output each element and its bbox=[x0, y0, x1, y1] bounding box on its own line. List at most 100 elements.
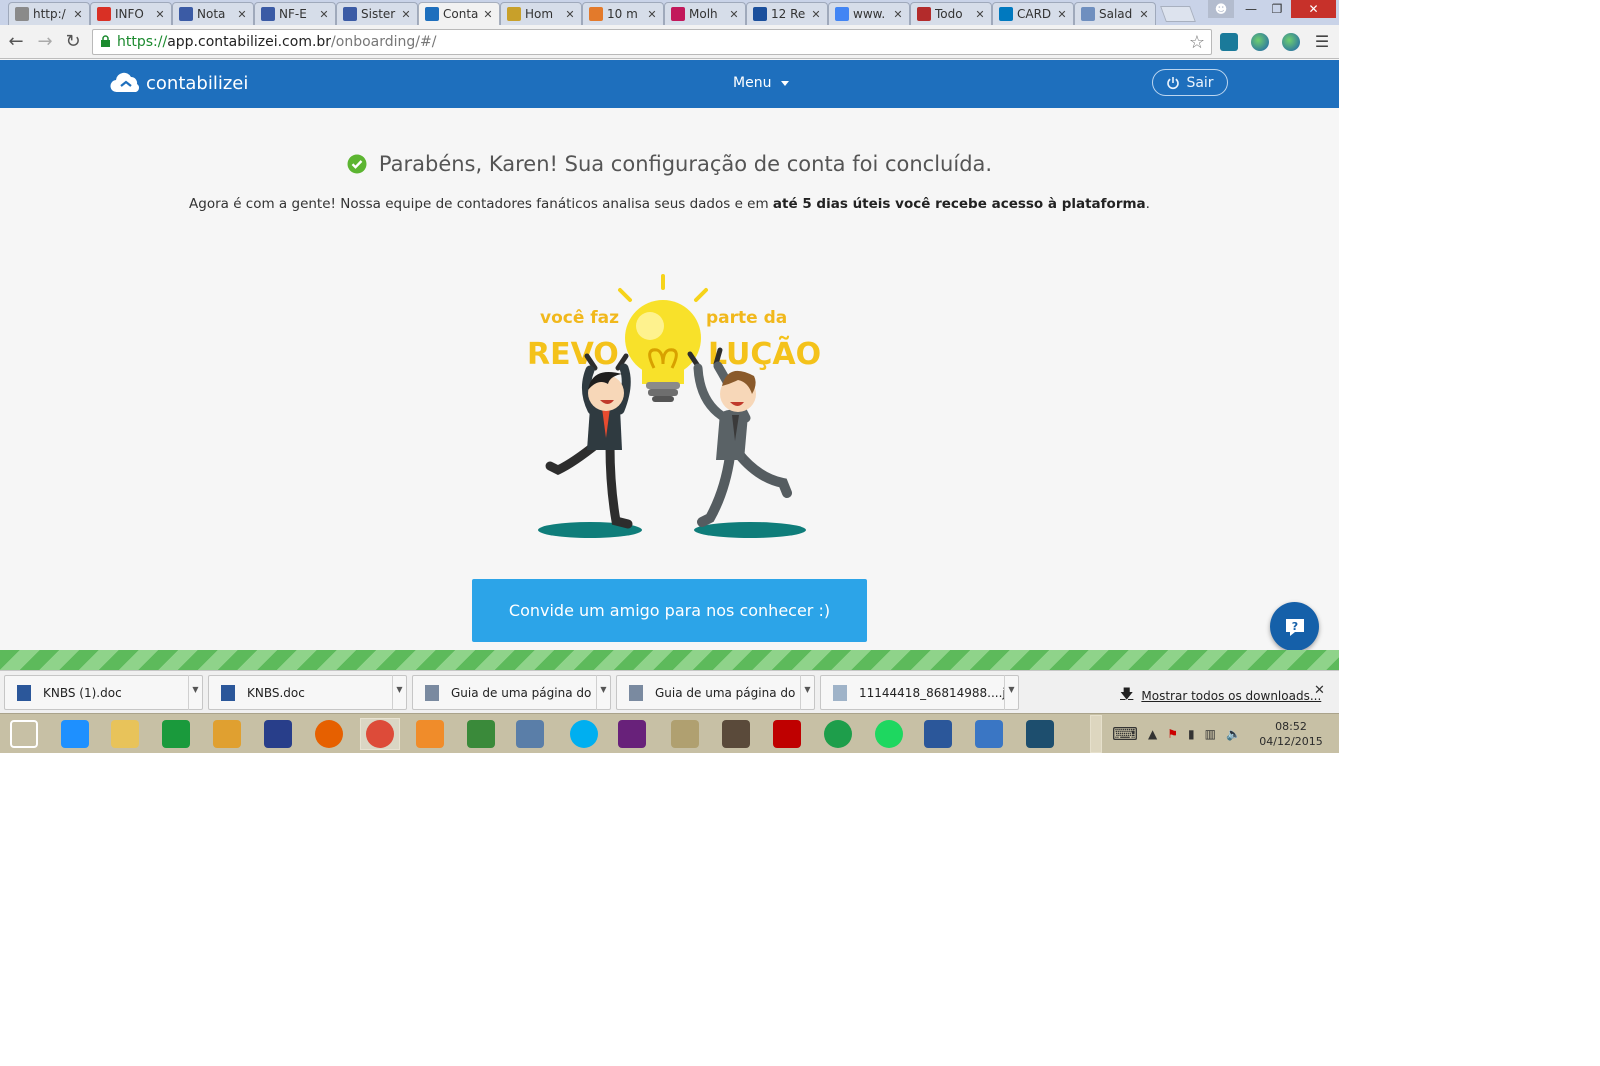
globe-extension-icon-2[interactable] bbox=[1282, 33, 1300, 51]
brand-logo[interactable]: contabilizei bbox=[110, 72, 248, 94]
taskbar-app[interactable] bbox=[612, 718, 652, 750]
taskbar-app[interactable] bbox=[258, 718, 298, 750]
close-tab-icon[interactable]: ✕ bbox=[317, 8, 331, 21]
scroll-arrows-icon[interactable] bbox=[1090, 715, 1102, 753]
bookmark-star-icon[interactable]: ☆ bbox=[1189, 31, 1205, 55]
power-icon bbox=[1167, 76, 1180, 89]
taskbar-app[interactable] bbox=[410, 718, 450, 750]
minimize-button[interactable]: — bbox=[1238, 0, 1264, 18]
reload-button[interactable]: ↻ bbox=[62, 31, 84, 53]
security-alert-icon[interactable]: ⚑ bbox=[1167, 727, 1178, 741]
close-tab-icon[interactable]: ✕ bbox=[891, 8, 905, 21]
taskbar-app[interactable] bbox=[969, 718, 1009, 750]
slogan-line2-right: LUÇÃO bbox=[708, 335, 821, 372]
volume-icon[interactable]: 🔈 bbox=[1226, 727, 1241, 741]
new-tab-button[interactable] bbox=[1160, 6, 1196, 22]
browser-tab[interactable]: 12 Re ✕ bbox=[746, 2, 828, 25]
close-tab-icon[interactable]: ✕ bbox=[1137, 8, 1151, 21]
globe-extension-icon[interactable] bbox=[1251, 33, 1269, 51]
profile-button[interactable]: ☻ bbox=[1208, 0, 1234, 18]
close-window-button[interactable]: ✕ bbox=[1291, 0, 1336, 18]
close-tab-icon[interactable]: ✕ bbox=[153, 8, 167, 21]
taskbar-app[interactable] bbox=[818, 718, 858, 750]
taskbar-app[interactable] bbox=[767, 718, 807, 750]
chrome-menu-icon[interactable]: ☰ bbox=[1313, 32, 1331, 51]
close-tab-icon[interactable]: ✕ bbox=[563, 8, 577, 21]
close-tab-icon[interactable]: ✕ bbox=[645, 8, 659, 21]
taskbar-app[interactable] bbox=[207, 718, 247, 750]
tab-title: Conta bbox=[443, 7, 479, 21]
browser-tab[interactable]: CARD ✕ bbox=[992, 2, 1074, 25]
taskbar-app[interactable] bbox=[55, 718, 95, 750]
help-chat-button[interactable]: ? bbox=[1270, 602, 1319, 651]
taskbar-app[interactable] bbox=[869, 718, 909, 750]
taskbar-app[interactable] bbox=[510, 718, 550, 750]
download-options-icon[interactable]: ▼ bbox=[392, 675, 406, 710]
back-button[interactable]: ← bbox=[5, 31, 27, 53]
nfe-icon bbox=[261, 7, 275, 21]
download-options-icon[interactable]: ▼ bbox=[596, 675, 610, 710]
invite-friend-button[interactable]: Convide um amigo para nos conhecer :) bbox=[472, 579, 867, 642]
system-clock[interactable]: 08:52 04/12/2015 bbox=[1258, 719, 1324, 749]
keyboard-icon[interactable]: ⌨ bbox=[1112, 724, 1138, 745]
download-item[interactable]: KNBS (1).doc ▼ bbox=[4, 675, 203, 710]
download-item[interactable]: Guia de uma página do ... ▼ bbox=[616, 675, 815, 710]
close-tab-icon[interactable]: ✕ bbox=[235, 8, 249, 21]
close-tab-icon[interactable]: ✕ bbox=[973, 8, 987, 21]
tray-expand-icon[interactable]: ▲ bbox=[1148, 727, 1157, 741]
browser-tab[interactable]: Todo ✕ bbox=[910, 2, 992, 25]
close-tab-icon[interactable]: ✕ bbox=[1055, 8, 1069, 21]
close-tab-icon[interactable]: ✕ bbox=[71, 8, 85, 21]
browser-tab[interactable]: Sister ✕ bbox=[336, 2, 418, 25]
taskbar-app[interactable] bbox=[360, 718, 400, 750]
close-tab-icon[interactable]: ✕ bbox=[727, 8, 741, 21]
browser-tab[interactable]: Salad ✕ bbox=[1074, 2, 1156, 25]
revolution-illustration: você faz parte da REVO LUÇÃO bbox=[527, 274, 821, 538]
browser-tab[interactable]: INFO ✕ bbox=[90, 2, 172, 25]
browser-tab[interactable]: Molh ✕ bbox=[664, 2, 746, 25]
browser-tab[interactable]: Nota ✕ bbox=[172, 2, 254, 25]
download-options-icon[interactable]: ▼ bbox=[1004, 675, 1018, 710]
taskbar-app[interactable] bbox=[156, 718, 196, 750]
close-shelf-icon[interactable]: ✕ bbox=[1314, 683, 1325, 698]
taskbar-app[interactable] bbox=[309, 718, 349, 750]
address-bar[interactable]: https://app.contabilizei.com.br/onboardi… bbox=[92, 29, 1212, 55]
download-options-icon[interactable]: ▼ bbox=[800, 675, 814, 710]
browser-tab[interactable]: http:/ ✕ bbox=[8, 2, 90, 25]
power-status-icon[interactable]: ▮ bbox=[1188, 727, 1195, 741]
taskbar-app[interactable] bbox=[564, 718, 604, 750]
show-all-downloads-link[interactable]: 🡇 Mostrar todos os downloads... bbox=[1120, 685, 1321, 707]
close-tab-icon[interactable]: ✕ bbox=[809, 8, 823, 21]
maximize-button[interactable]: ❐ bbox=[1264, 0, 1290, 18]
chart-icon bbox=[507, 7, 521, 21]
close-tab-icon[interactable]: ✕ bbox=[399, 8, 413, 21]
taskbar-app[interactable] bbox=[105, 718, 145, 750]
close-tab-icon[interactable]: ✕ bbox=[481, 8, 495, 21]
download-options-icon[interactable]: ▼ bbox=[188, 675, 202, 710]
download-item[interactable]: Guia de uma página do ... ▼ bbox=[412, 675, 611, 710]
logout-button[interactable]: Sair bbox=[1152, 69, 1228, 96]
menu-dropdown[interactable]: Menu bbox=[733, 75, 790, 91]
taskbar-app[interactable] bbox=[918, 718, 958, 750]
browser-tab[interactable]: NF-E ✕ bbox=[254, 2, 336, 25]
forward-button[interactable]: → bbox=[34, 31, 56, 53]
taskbar-app[interactable] bbox=[461, 718, 501, 750]
browser-tab[interactable]: 10 m ✕ bbox=[582, 2, 664, 25]
taskbar-app[interactable] bbox=[665, 718, 705, 750]
url-scheme: https:// bbox=[117, 34, 168, 50]
nfe-icon bbox=[179, 7, 193, 21]
taskbar-app[interactable] bbox=[1020, 718, 1060, 750]
svg-text:?: ? bbox=[1291, 620, 1297, 633]
extension-icon[interactable] bbox=[1220, 33, 1238, 51]
download-item[interactable]: KNBS.doc ▼ bbox=[208, 675, 407, 710]
calculator-icon bbox=[516, 720, 544, 748]
browser-tab[interactable]: www. ✕ bbox=[828, 2, 910, 25]
taskbar-app[interactable] bbox=[4, 718, 44, 750]
slogan-line1-left: você faz bbox=[540, 308, 619, 328]
download-item[interactable]: 11144418_86814988....jpg▼ bbox=[820, 675, 1019, 710]
browser-tab[interactable]: Hom ✕ bbox=[500, 2, 582, 25]
network-signal-icon[interactable]: ▥ bbox=[1205, 727, 1216, 741]
invite-friend-label: Convide um amigo para nos conhecer :) bbox=[508, 601, 831, 620]
browser-tab[interactable]: Conta ✕ bbox=[418, 2, 500, 25]
taskbar-app[interactable] bbox=[716, 718, 756, 750]
